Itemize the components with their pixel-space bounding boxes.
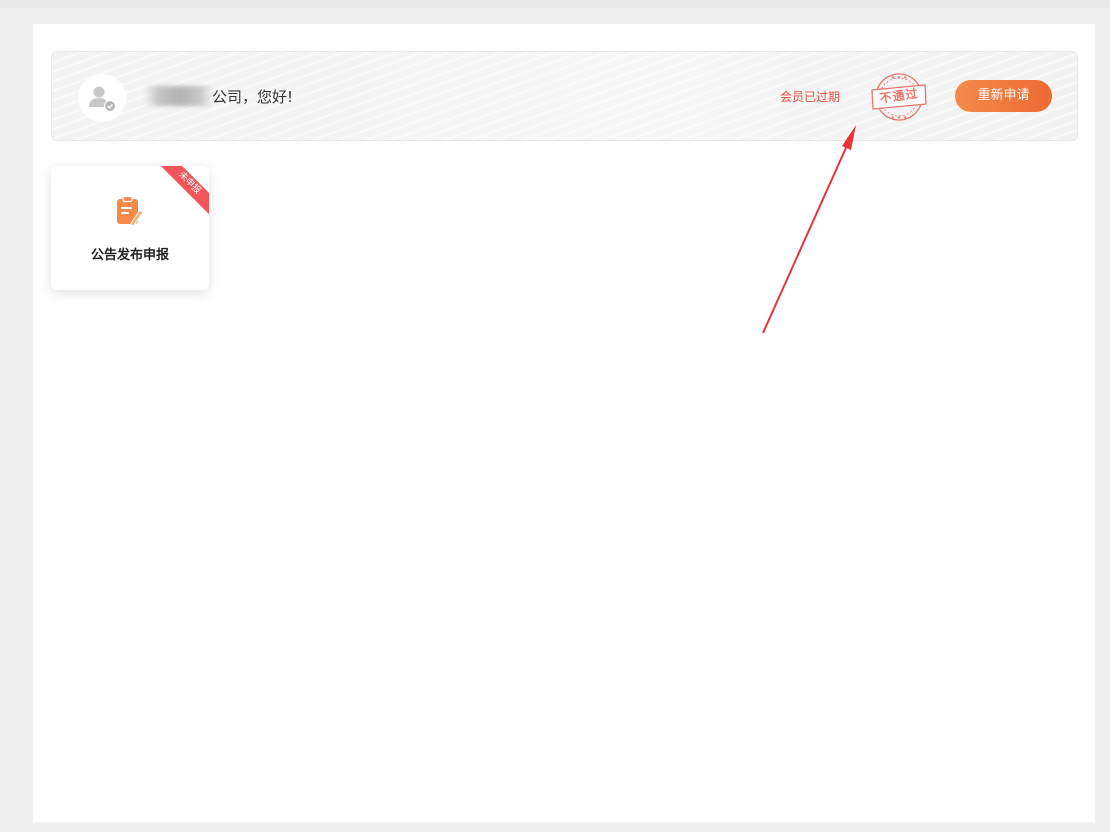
status-ribbon: 未申报 [161,166,209,214]
rejected-stamp: ★ ★ ★ ★ ★ ★ 不通过 [868,71,928,123]
main-panel: 公司，您好! 会员已过期 ★ ★ ★ ★ ★ ★ 不通过 重新申请 未申报 公告… [33,24,1095,822]
announcement-declaration-card[interactable]: 未申报 公告发布申报 [51,166,209,290]
user-avatar-icon [89,86,117,113]
membership-status: 会员已过期 [780,90,841,104]
greeting-text: 公司，您好! [212,88,294,106]
avatar [78,74,126,122]
clipboard-edit-icon [117,196,144,226]
user-header-bar: 公司，您好! 会员已过期 ★ ★ ★ ★ ★ ★ 不通过 重新申请 [51,51,1078,141]
top-strip [0,0,1110,8]
not-declared-badge: 未申报 [161,166,209,214]
card-title: 公告发布申报 [90,248,169,263]
reapply-button[interactable]: 重新申请 [955,80,1052,112]
svg-text:★ ★ ★: ★ ★ ★ [891,75,908,81]
company-name-redacted [144,86,214,106]
svg-text:★ ★ ★: ★ ★ ★ [891,115,908,121]
